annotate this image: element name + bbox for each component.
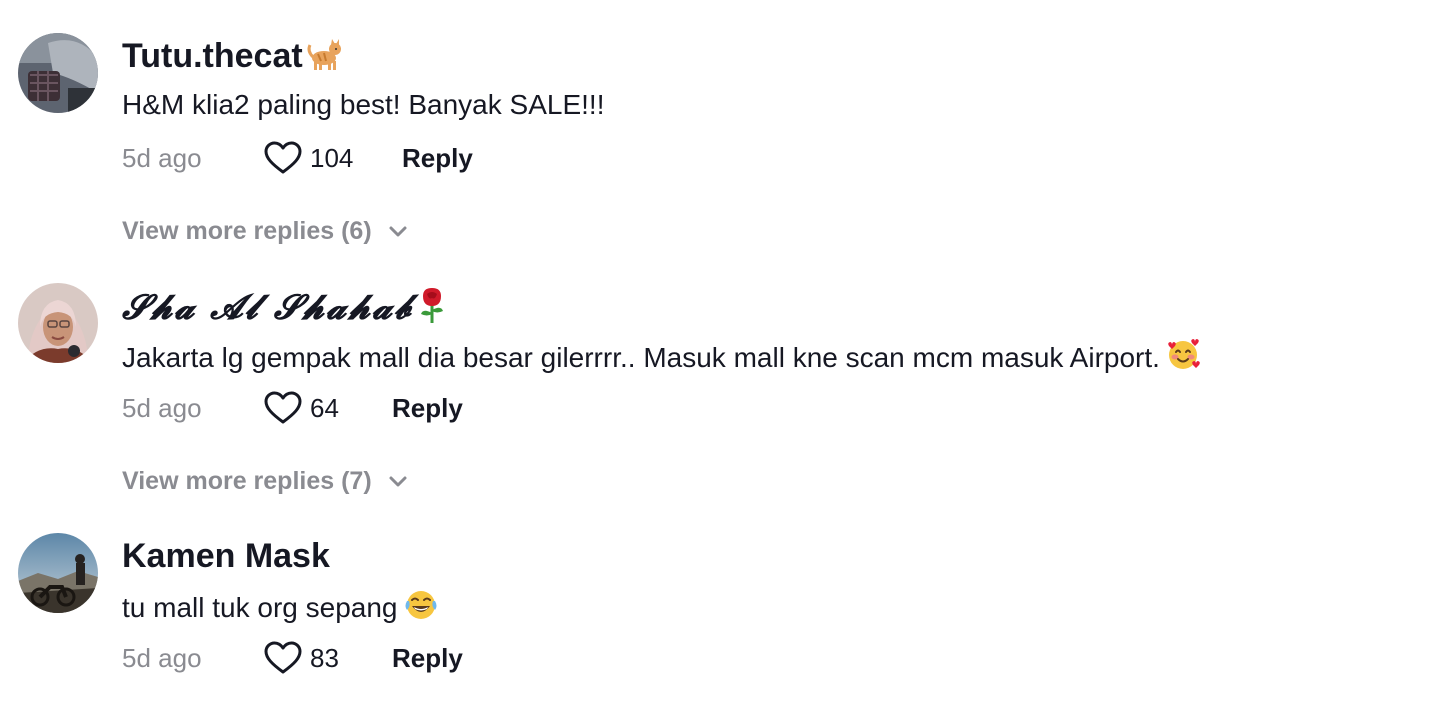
face-with-tears-of-joy-icon <box>404 588 438 630</box>
reply-button[interactable]: Reply <box>392 640 463 676</box>
like-count: 83 <box>310 643 339 673</box>
like-button[interactable]: 83 <box>264 640 339 676</box>
comment-meta: 5d ago 83 Reply <box>122 640 722 676</box>
comment-username[interactable]: Kamen Mask <box>122 536 330 576</box>
comment-text: tu mall tuk org sepang <box>122 588 438 630</box>
avatar[interactable] <box>18 533 98 613</box>
avatar-image <box>18 533 98 613</box>
comment-time: 5d ago <box>122 643 202 673</box>
heart-outline-icon <box>264 641 302 674</box>
comment-item: Kamen Mask tu mall tuk org sepang 5d ago… <box>0 0 1446 700</box>
comment-text-content: tu mall tuk org sepang <box>122 592 398 623</box>
